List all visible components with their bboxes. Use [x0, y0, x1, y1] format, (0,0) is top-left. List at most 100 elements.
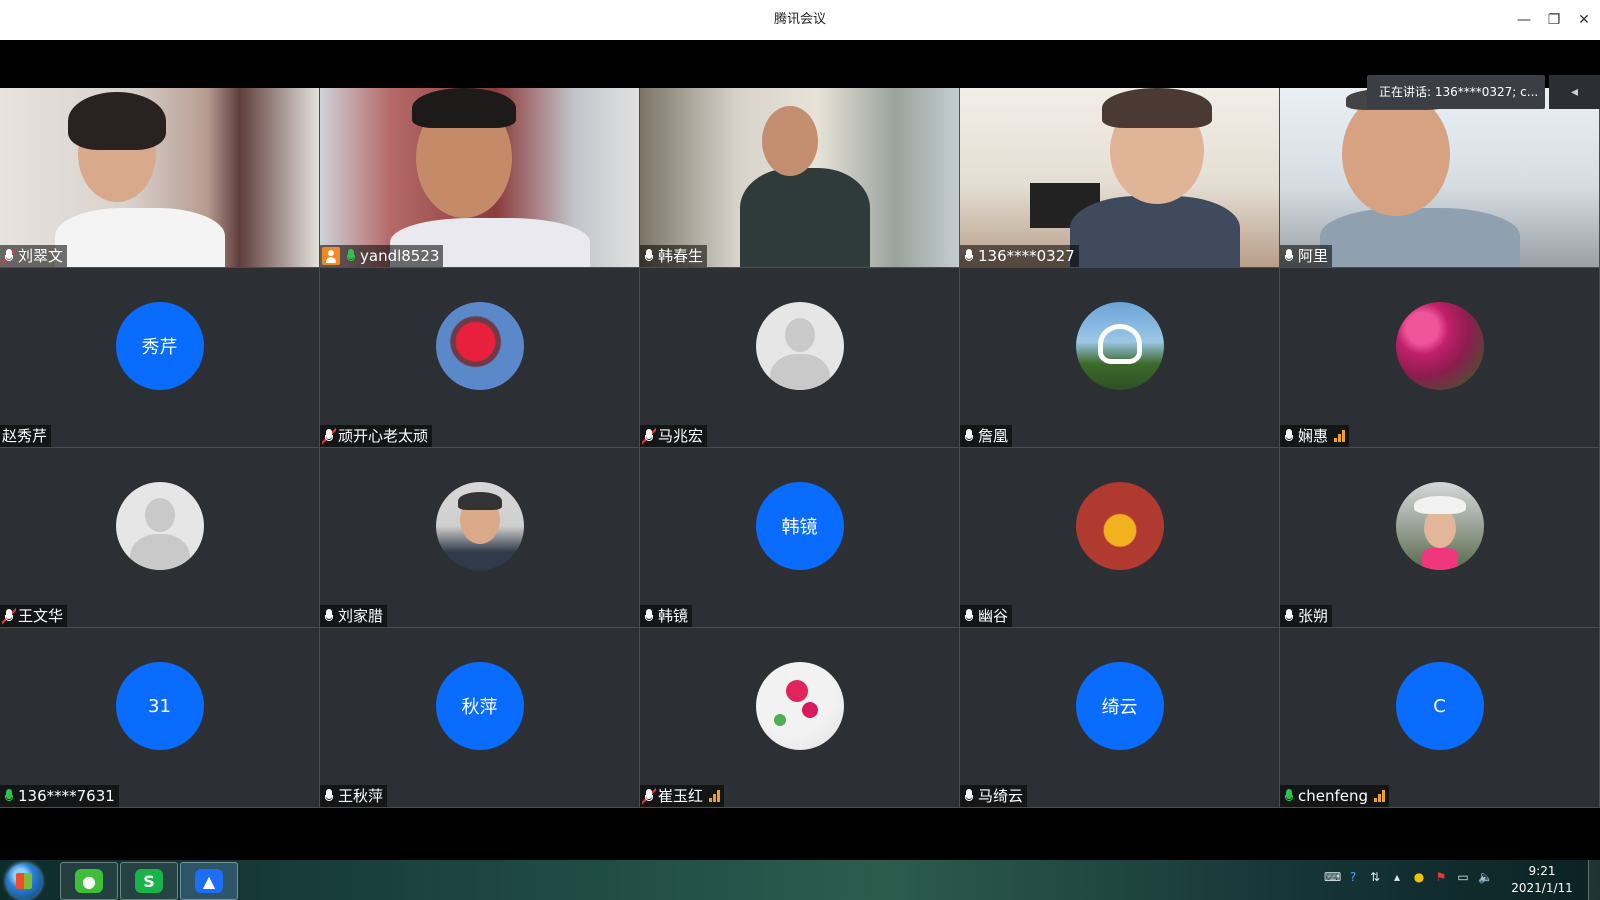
host-icon — [322, 247, 340, 265]
tray-expand-icon[interactable]: ▴ — [1390, 870, 1404, 884]
participant-name-label: 马绮云 — [960, 785, 1028, 807]
participant-tile[interactable]: 韩春生 — [640, 88, 959, 267]
participant-name: 刘翠文 — [18, 247, 64, 265]
participant-tile[interactable]: 张朔 — [1280, 448, 1599, 627]
video-feed — [640, 88, 959, 267]
wechat-icon[interactable]: ● — [60, 862, 118, 900]
volume-icon[interactable]: 🔈 — [1478, 870, 1493, 884]
signal-strength-icon — [1374, 790, 1386, 802]
mic-icon — [1282, 607, 1296, 625]
participant-name: 韩春生 — [658, 247, 704, 265]
default-avatar-icon — [115, 482, 204, 570]
participant-name: 136****7631 — [18, 787, 115, 805]
participant-name: 马兆宏 — [658, 427, 704, 445]
participant-name: yandl8523 — [360, 247, 440, 265]
participant-name-label: 韩镜 — [640, 605, 693, 627]
mic-icon — [962, 787, 976, 805]
participant-name: 马绮云 — [978, 787, 1024, 805]
participant-tile[interactable]: 秋萍 王秋萍 — [320, 628, 639, 807]
mic-icon — [962, 427, 976, 445]
avatar — [1075, 302, 1164, 390]
participant-name-label: yandl8523 — [320, 245, 444, 267]
avatar: 韩镜 — [755, 482, 844, 570]
participant-name-label: 王秋萍 — [320, 785, 388, 807]
participant-name-label: 张朔 — [1280, 605, 1333, 627]
participant-tile[interactable]: 王文华 — [0, 448, 319, 627]
participant-tile[interactable]: 秀芹 赵秀芹 — [0, 268, 319, 447]
avatar — [1395, 482, 1484, 570]
help-icon[interactable]: ? — [1346, 870, 1360, 884]
mic-muted-icon — [322, 427, 336, 445]
participant-tile[interactable]: 崔玉红 — [640, 628, 959, 807]
avatar — [1395, 302, 1484, 390]
participant-tile-speaking[interactable]: 136****0327 — [960, 88, 1279, 267]
avatar: 31 — [115, 662, 204, 750]
participant-name-label: 韩春生 — [640, 245, 708, 267]
video-feed — [1280, 88, 1599, 267]
participant-name: 赵秀芹 — [2, 427, 48, 445]
participant-tile[interactable]: yandl8523 — [320, 88, 639, 267]
participant-tile[interactable]: 刘翠文 — [0, 88, 319, 267]
restore-icon[interactable]: ❐ — [1544, 10, 1564, 30]
taskbar-clock[interactable]: 9:21 2021/1/11 — [1502, 863, 1582, 897]
participant-name: 张朔 — [1298, 607, 1329, 625]
participant-name-label: 王文华 — [0, 605, 68, 627]
participant-tile[interactable]: 幽谷 — [960, 448, 1279, 627]
participant-tile[interactable]: 刘家腊 — [320, 448, 639, 627]
participant-name-label: 赵秀芹 — [0, 425, 52, 447]
participant-name-label: 刘翠文 — [0, 245, 68, 267]
avatar — [755, 662, 844, 750]
participant-name: 娴惠 — [1298, 427, 1329, 445]
participant-tile[interactable]: 韩镜 韩镜 — [640, 448, 959, 627]
avatar: 秋萍 — [435, 662, 524, 750]
title-bar: 腾讯会议 — ❐ ✕ — [0, 0, 1600, 40]
show-desktop-button[interactable] — [1588, 860, 1600, 900]
mic-muted-icon — [2, 607, 16, 625]
participant-tile[interactable]: 詹凰 — [960, 268, 1279, 447]
mic-icon — [344, 247, 358, 265]
minimize-icon[interactable]: — — [1514, 10, 1534, 30]
video-feed — [960, 88, 1279, 267]
participant-tile[interactable]: 31 136****7631 — [0, 628, 319, 807]
participant-name: 崔玉红 — [658, 787, 704, 805]
participant-name: chenfeng — [1298, 787, 1369, 805]
avatar — [435, 482, 524, 570]
security-app-icon[interactable]: ● — [1412, 870, 1426, 884]
participant-tile[interactable]: 娴惠 — [1280, 268, 1599, 447]
participant-tile[interactable]: 阿里 — [1280, 88, 1599, 267]
participant-name-label: 崔玉红 — [640, 785, 725, 807]
mic-icon — [322, 787, 336, 805]
network-icon[interactable]: ▭ — [1456, 870, 1470, 884]
mic-icon — [1282, 787, 1296, 805]
tencent-meeting-icon[interactable]: ▲ — [180, 862, 238, 900]
participant-grid: 刘翠文 yandl8523 韩春生 136****0327 阿里 秀芹 赵秀芹 … — [0, 88, 1600, 808]
participant-name: 王文华 — [18, 607, 64, 625]
avatar: 秀芹 — [115, 302, 204, 390]
wps-s-icon[interactable]: S — [120, 862, 178, 900]
window-title: 腾讯会议 — [773, 12, 826, 27]
mic-muted-icon — [2, 247, 16, 265]
participant-tile[interactable]: 顽开心老太顽 — [320, 268, 639, 447]
participant-tile[interactable]: C chenfeng — [1280, 628, 1599, 807]
collapse-arrow-icon[interactable]: ◂ — [1549, 75, 1600, 109]
mic-icon — [962, 247, 976, 265]
participant-tile[interactable]: 绮云 马绮云 — [960, 628, 1279, 807]
video-feed — [0, 88, 319, 267]
participant-name: 阿里 — [1298, 247, 1329, 265]
participant-name: 詹凰 — [978, 427, 1009, 445]
signal-strength-icon — [1334, 430, 1346, 442]
participant-name-label: 顽开心老太顽 — [320, 425, 433, 447]
input-method-icon[interactable]: ⇅ — [1368, 870, 1382, 884]
participant-tile[interactable]: 马兆宏 — [640, 268, 959, 447]
avatar — [1075, 482, 1164, 570]
keyboard-icon[interactable]: ⌨ — [1324, 870, 1341, 884]
participant-name: 幽谷 — [978, 607, 1009, 625]
action-center-flag-icon[interactable]: ⚑ — [1434, 870, 1448, 884]
participant-name-label: 幽谷 — [960, 605, 1013, 627]
mic-icon — [642, 607, 656, 625]
video-feed — [320, 88, 639, 267]
close-icon[interactable]: ✕ — [1574, 10, 1594, 30]
system-tray: ⌨ ? ⇅ ▴ ● ⚑ ▭ 🔈 — [1324, 870, 1493, 884]
participant-name: 王秋萍 — [338, 787, 384, 805]
windows-start-icon[interactable] — [6, 863, 42, 899]
